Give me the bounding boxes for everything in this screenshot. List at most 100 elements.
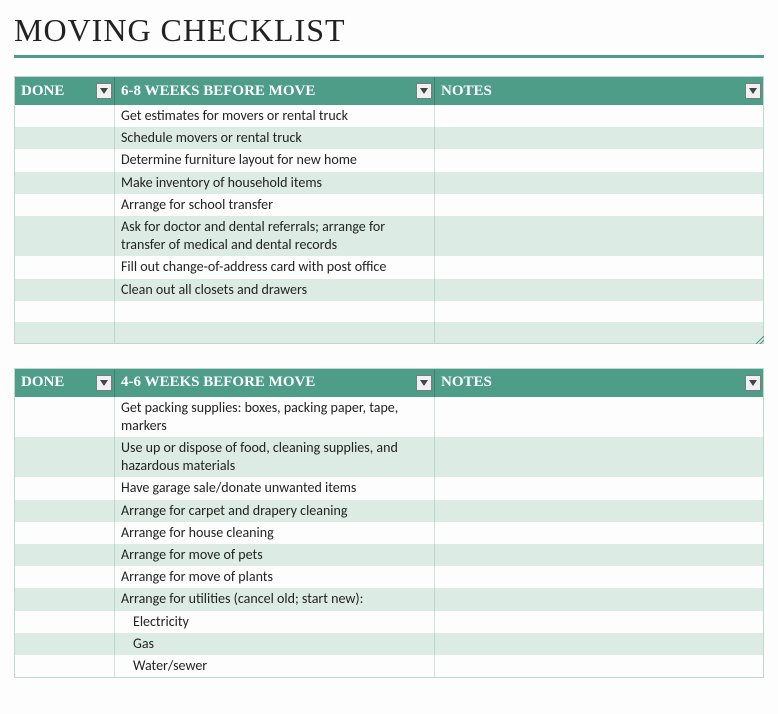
- filter-task-icon[interactable]: [416, 375, 432, 391]
- notes-cell[interactable]: [435, 322, 763, 343]
- column-header-done[interactable]: DONE: [15, 369, 115, 397]
- table-row[interactable]: Arrange for school transfer: [15, 194, 763, 216]
- table-row[interactable]: Get estimates for movers or rental truck: [15, 105, 763, 127]
- task-cell[interactable]: Schedule movers or rental truck: [115, 127, 435, 149]
- task-cell[interactable]: [115, 301, 435, 322]
- notes-cell[interactable]: [435, 655, 763, 677]
- table-row[interactable]: Water/sewer: [15, 655, 763, 677]
- task-cell[interactable]: Make inventory of household items: [115, 172, 435, 194]
- column-header-task[interactable]: 6-8 WEEKS BEFORE MOVE: [115, 77, 435, 105]
- filter-done-icon[interactable]: [96, 375, 112, 391]
- done-cell[interactable]: [15, 216, 115, 256]
- table-row[interactable]: Arrange for move of pets: [15, 544, 763, 566]
- done-cell[interactable]: [15, 566, 115, 588]
- table-row[interactable]: Arrange for utilities (cancel old; start…: [15, 588, 763, 610]
- table-row[interactable]: Use up or dispose of food, cleaning supp…: [15, 437, 763, 477]
- page-title: MOVING CHECKLIST: [14, 12, 764, 58]
- done-cell[interactable]: [15, 256, 115, 278]
- task-cell[interactable]: Gas: [115, 633, 435, 655]
- filter-notes-icon[interactable]: [745, 375, 761, 391]
- header-label: 4-6 WEEKS BEFORE MOVE: [121, 374, 315, 391]
- table-row[interactable]: Have garage sale/donate unwanted items: [15, 477, 763, 499]
- table-header: DONE 4-6 WEEKS BEFORE MOVE NOTES: [15, 369, 763, 397]
- done-cell[interactable]: [15, 655, 115, 677]
- done-cell[interactable]: [15, 522, 115, 544]
- notes-cell[interactable]: [435, 588, 763, 610]
- table-row[interactable]: Clean out all closets and drawers: [15, 279, 763, 301]
- done-cell[interactable]: [15, 105, 115, 127]
- task-cell[interactable]: Have garage sale/donate unwanted items: [115, 477, 435, 499]
- table-row[interactable]: Determine furniture layout for new home: [15, 149, 763, 171]
- notes-cell[interactable]: [435, 437, 763, 477]
- done-cell[interactable]: [15, 172, 115, 194]
- column-header-task[interactable]: 4-6 WEEKS BEFORE MOVE: [115, 369, 435, 397]
- checklist-section: DONE 6-8 WEEKS BEFORE MOVE NOTES Get est…: [14, 76, 764, 344]
- done-cell[interactable]: [15, 588, 115, 610]
- task-cell[interactable]: Clean out all closets and drawers: [115, 279, 435, 301]
- column-header-notes[interactable]: NOTES: [435, 77, 763, 105]
- task-cell[interactable]: Arrange for house cleaning: [115, 522, 435, 544]
- done-cell[interactable]: [15, 437, 115, 477]
- checklist-section: DONE 4-6 WEEKS BEFORE MOVE NOTES Get pac…: [14, 368, 764, 678]
- table-row[interactable]: Make inventory of household items: [15, 172, 763, 194]
- notes-cell[interactable]: [435, 105, 763, 127]
- column-header-notes[interactable]: NOTES: [435, 369, 763, 397]
- done-cell[interactable]: [15, 633, 115, 655]
- done-cell[interactable]: [15, 500, 115, 522]
- done-cell[interactable]: [15, 301, 115, 322]
- notes-cell[interactable]: [435, 216, 763, 256]
- notes-cell[interactable]: [435, 172, 763, 194]
- table-row[interactable]: [15, 322, 763, 343]
- done-cell[interactable]: [15, 322, 115, 343]
- notes-cell[interactable]: [435, 633, 763, 655]
- task-cell[interactable]: Use up or dispose of food, cleaning supp…: [115, 437, 435, 477]
- notes-cell[interactable]: [435, 477, 763, 499]
- done-cell[interactable]: [15, 477, 115, 499]
- notes-cell[interactable]: [435, 149, 763, 171]
- notes-cell[interactable]: [435, 279, 763, 301]
- done-cell[interactable]: [15, 544, 115, 566]
- table-row[interactable]: [15, 301, 763, 322]
- table-header: DONE 6-8 WEEKS BEFORE MOVE NOTES: [15, 77, 763, 105]
- task-cell[interactable]: Fill out change-of-address card with pos…: [115, 256, 435, 278]
- done-cell[interactable]: [15, 127, 115, 149]
- task-cell[interactable]: Get estimates for movers or rental truck: [115, 105, 435, 127]
- notes-cell[interactable]: [435, 301, 763, 322]
- task-cell[interactable]: Arrange for carpet and drapery cleaning: [115, 500, 435, 522]
- filter-task-icon[interactable]: [416, 83, 432, 99]
- table-row[interactable]: Gas: [15, 633, 763, 655]
- done-cell[interactable]: [15, 279, 115, 301]
- table-row[interactable]: Arrange for carpet and drapery cleaning: [15, 500, 763, 522]
- table-row[interactable]: Schedule movers or rental truck: [15, 127, 763, 149]
- task-cell[interactable]: Arrange for move of plants: [115, 566, 435, 588]
- notes-cell[interactable]: [435, 500, 763, 522]
- column-header-done[interactable]: DONE: [15, 77, 115, 105]
- notes-cell[interactable]: [435, 566, 763, 588]
- notes-cell[interactable]: [435, 544, 763, 566]
- done-cell[interactable]: [15, 397, 115, 437]
- done-cell[interactable]: [15, 194, 115, 216]
- header-label: NOTES: [441, 374, 492, 391]
- notes-cell[interactable]: [435, 194, 763, 216]
- task-cell[interactable]: Arrange for move of pets: [115, 544, 435, 566]
- table-row[interactable]: Arrange for move of plants: [15, 566, 763, 588]
- filter-done-icon[interactable]: [96, 83, 112, 99]
- task-cell[interactable]: Determine furniture layout for new home: [115, 149, 435, 171]
- task-cell[interactable]: Arrange for school transfer: [115, 194, 435, 216]
- notes-cell[interactable]: [435, 256, 763, 278]
- done-cell[interactable]: [15, 149, 115, 171]
- table-row[interactable]: Fill out change-of-address card with pos…: [15, 256, 763, 278]
- task-cell[interactable]: [115, 322, 435, 343]
- notes-cell[interactable]: [435, 397, 763, 437]
- resize-handle-icon[interactable]: [754, 334, 764, 344]
- task-cell[interactable]: Arrange for utilities (cancel old; start…: [115, 588, 435, 610]
- table-row[interactable]: Get packing supplies: boxes, packing pap…: [15, 397, 763, 437]
- notes-cell[interactable]: [435, 522, 763, 544]
- filter-notes-icon[interactable]: [745, 83, 761, 99]
- task-cell[interactable]: Get packing supplies: boxes, packing pap…: [115, 397, 435, 437]
- table-row[interactable]: Arrange for house cleaning: [15, 522, 763, 544]
- table-row[interactable]: Ask for doctor and dental referrals; arr…: [15, 216, 763, 256]
- notes-cell[interactable]: [435, 127, 763, 149]
- task-cell[interactable]: Water/sewer: [115, 655, 435, 677]
- task-cell[interactable]: Ask for doctor and dental referrals; arr…: [115, 216, 435, 256]
